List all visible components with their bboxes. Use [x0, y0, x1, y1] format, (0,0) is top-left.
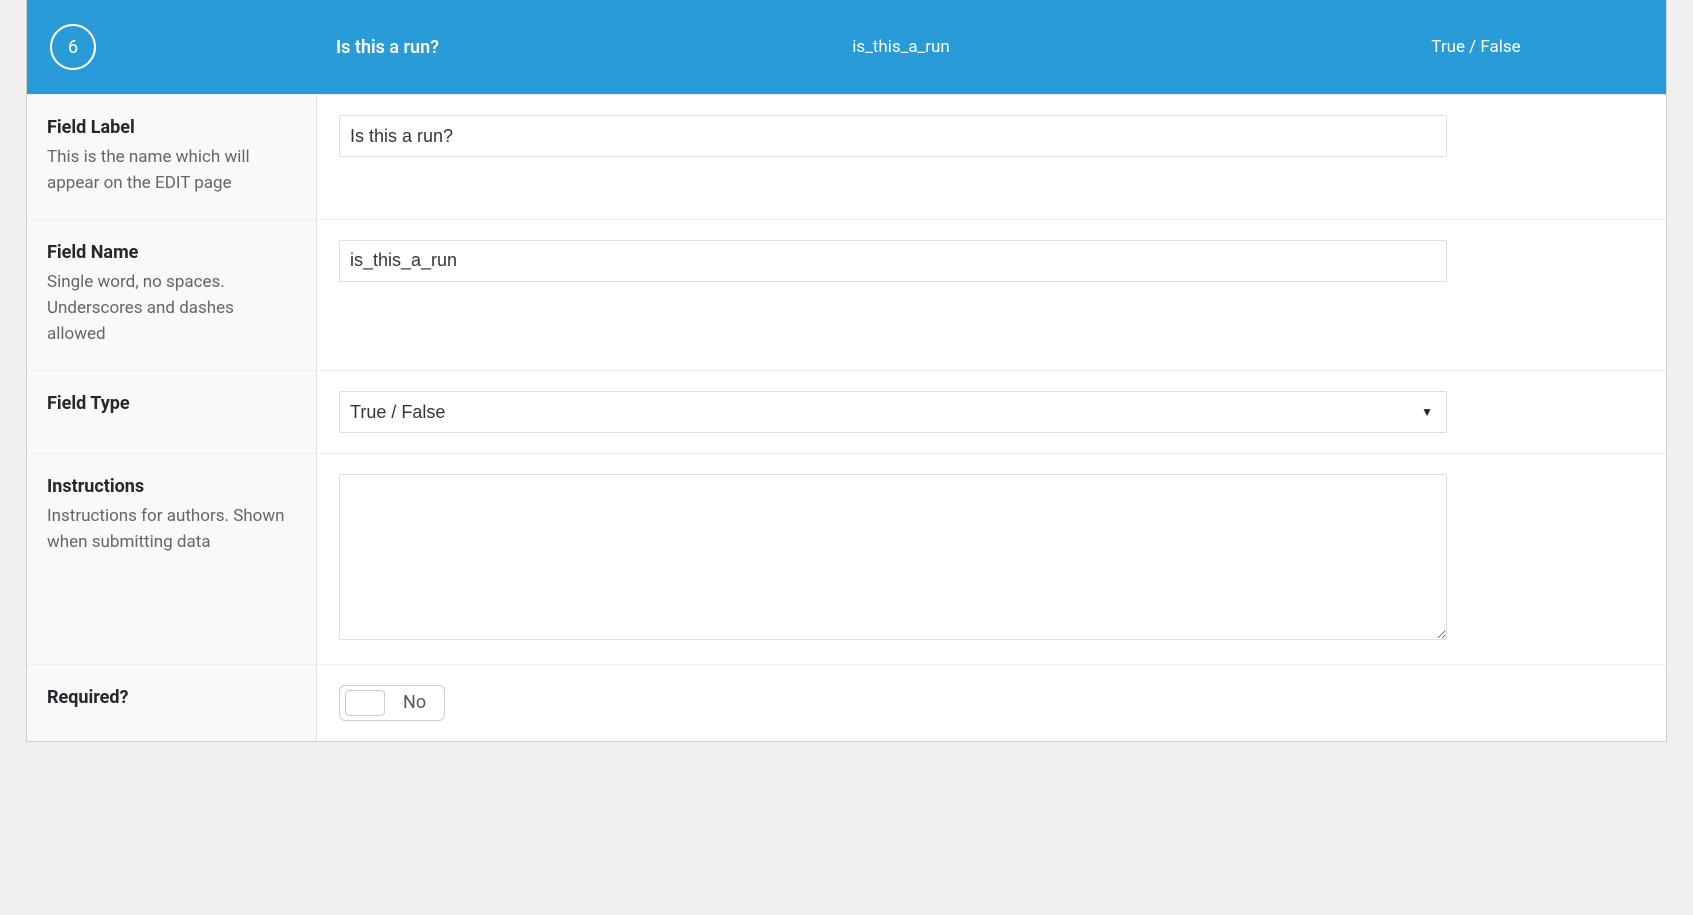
row-instructions: Instructions Instructions for authors. S… — [27, 453, 1666, 664]
row-field-label: Field Label This is the name which will … — [27, 94, 1666, 219]
instructions-title: Instructions — [47, 476, 296, 497]
field-header-bar[interactable]: 6 Is this a run? is_this_a_run True / Fa… — [27, 0, 1666, 94]
field-header-type: True / False — [1286, 37, 1666, 58]
row-field-name: Field Name Single word, no spaces. Under… — [27, 219, 1666, 370]
field-label-title: Field Label — [47, 117, 296, 138]
field-label-desc: This is the name which will appear on th… — [47, 144, 296, 197]
instructions-desc: Instructions for authors. Shown when sub… — [47, 503, 296, 556]
setting-label-cell: Required? — [27, 665, 317, 741]
field-header-name: is_this_a_run — [516, 37, 1286, 58]
field-settings-panel: 6 Is this a run? is_this_a_run True / Fa… — [26, 0, 1667, 742]
instructions-textarea[interactable] — [339, 474, 1447, 640]
field-name-input[interactable] — [339, 240, 1447, 282]
setting-label-cell: Field Name Single word, no spaces. Under… — [27, 220, 317, 370]
setting-label-cell: Instructions Instructions for authors. S… — [27, 454, 317, 664]
toggle-knob-icon — [345, 690, 385, 716]
field-label-input[interactable] — [339, 115, 1447, 157]
field-order-handle[interactable]: 6 — [50, 24, 96, 70]
field-name-desc: Single word, no spaces. Underscores and … — [47, 269, 296, 348]
required-title: Required? — [47, 687, 296, 708]
field-type-select[interactable]: True / False — [339, 391, 1447, 433]
field-name-title: Field Name — [47, 242, 296, 263]
required-toggle[interactable]: No — [339, 685, 445, 721]
setting-label-cell: Field Label This is the name which will … — [27, 95, 317, 219]
field-header-label: Is this a run? — [96, 37, 516, 58]
required-toggle-text: No — [403, 692, 426, 713]
setting-label-cell: Field Type — [27, 371, 317, 453]
field-type-title: Field Type — [47, 393, 296, 414]
row-required: Required? No — [27, 664, 1666, 741]
row-field-type: Field Type True / False — [27, 370, 1666, 453]
field-order-number: 6 — [68, 37, 78, 58]
